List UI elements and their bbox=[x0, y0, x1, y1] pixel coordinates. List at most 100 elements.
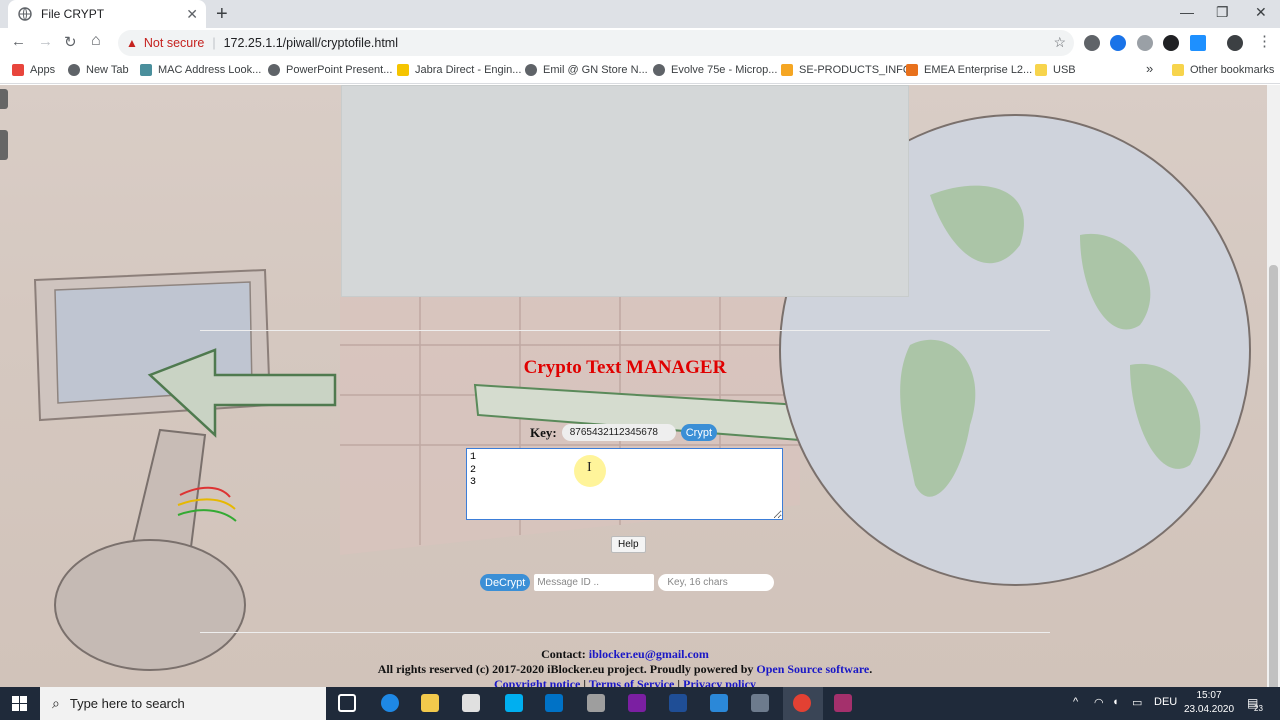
bookmark-item[interactable]: USB bbox=[1035, 64, 1076, 76]
edge-icon[interactable] bbox=[381, 694, 399, 712]
contact-label: Contact: bbox=[541, 647, 586, 661]
reload-button[interactable]: ↻ bbox=[64, 33, 77, 51]
globe-icon bbox=[525, 64, 537, 76]
tos-link[interactable]: Terms of Service bbox=[589, 677, 675, 687]
language-indicator[interactable]: DEU bbox=[1154, 696, 1177, 708]
folder-icon bbox=[1035, 64, 1047, 76]
sync-icon[interactable] bbox=[1163, 35, 1179, 51]
key-input[interactable] bbox=[561, 424, 676, 441]
taskbar-search[interactable]: ⌕ Type here to search bbox=[40, 687, 326, 720]
link-separator: | bbox=[677, 677, 680, 687]
footer-links: Copyright notice | Terms of Service | Pr… bbox=[0, 677, 1250, 687]
wifi-icon[interactable]: ◠ bbox=[1094, 696, 1104, 709]
powershell-ise-icon[interactable] bbox=[710, 694, 728, 712]
bookmarks-bar: Apps New Tab MAC Address Look... PowerPo… bbox=[0, 58, 1280, 84]
folder-icon bbox=[1172, 64, 1184, 76]
bookmark-item[interactable]: MAC Address Look... bbox=[140, 64, 261, 76]
close-window-button[interactable]: ✕ bbox=[1255, 4, 1267, 21]
bookmark-item[interactable]: Apps bbox=[12, 64, 55, 76]
scrollbar-thumb[interactable] bbox=[1269, 265, 1278, 720]
tab-file-crypt[interactable]: File CRYPT ✕ bbox=[8, 0, 206, 28]
not-secure-label[interactable]: Not secure bbox=[144, 36, 204, 50]
period: . bbox=[869, 662, 873, 676]
url-text[interactable]: 172.25.1.1/piwall/cryptofile.html bbox=[224, 36, 398, 50]
globe-icon bbox=[68, 64, 80, 76]
maximize-button[interactable]: ❐ bbox=[1216, 4, 1229, 21]
onenote-icon[interactable] bbox=[628, 694, 646, 712]
home-button[interactable]: ⌂ bbox=[91, 32, 101, 50]
profile-avatar-icon[interactable] bbox=[1227, 35, 1243, 51]
decrypt-key-input[interactable] bbox=[658, 574, 775, 591]
search-placeholder: Type here to search bbox=[69, 696, 185, 711]
new-tab-button[interactable]: + bbox=[216, 3, 228, 26]
outlook-icon[interactable] bbox=[545, 694, 563, 712]
bookmark-item[interactable]: New Tab bbox=[68, 64, 129, 76]
powershell-icon[interactable] bbox=[669, 694, 687, 712]
extension-icon[interactable] bbox=[1137, 35, 1153, 51]
skype-icon[interactable] bbox=[505, 694, 523, 712]
decrypt-row: DeCrypt bbox=[480, 574, 775, 591]
bookmark-item[interactable]: Jabra Direct - Engin... bbox=[397, 64, 521, 76]
minimize-button[interactable]: — bbox=[1180, 4, 1194, 20]
link-separator: | bbox=[583, 677, 586, 687]
address-bar[interactable]: ▲ Not secure | 172.25.1.1/piwall/cryptof… bbox=[118, 30, 1074, 56]
menu-kebab-icon[interactable]: ⋮ bbox=[1257, 32, 1272, 50]
side-marker bbox=[0, 130, 8, 160]
bookmark-item[interactable]: Emil @ GN Store N... bbox=[525, 64, 648, 76]
bookmark-star-icon[interactable]: ☆ bbox=[1053, 34, 1066, 51]
clock-date: 23.04.2020 bbox=[1184, 704, 1235, 715]
bookmark-item[interactable]: Evolve 75e - Microp... bbox=[653, 64, 777, 76]
forward-button[interactable]: → bbox=[38, 33, 53, 50]
page-scrollbar[interactable] bbox=[1267, 85, 1280, 720]
footer-contact: Contact: iblocker.eu@gmail.com bbox=[0, 647, 1250, 662]
bookmark-item[interactable]: EMEA Enterprise L2... bbox=[906, 64, 1032, 76]
help-button[interactable]: Help bbox=[611, 536, 646, 553]
volume-icon[interactable]: ◖ bbox=[1112, 696, 1119, 708]
text-cursor-icon: I bbox=[587, 460, 592, 475]
contact-email-link[interactable]: iblocker.eu@gmail.com bbox=[589, 647, 709, 661]
crypt-button[interactable]: Crypt bbox=[680, 424, 717, 441]
back-button[interactable]: ← bbox=[11, 33, 26, 50]
copyright-link[interactable]: Copyright notice bbox=[494, 677, 580, 687]
store-icon[interactable] bbox=[462, 694, 480, 712]
more-bookmarks-chevron-icon[interactable]: » bbox=[1146, 61, 1153, 76]
divider bbox=[200, 632, 1050, 633]
other-bookmarks[interactable]: Other bookmarks bbox=[1172, 64, 1274, 76]
side-marker bbox=[0, 89, 8, 109]
rights-text: All rights reserved (c) 2017-2020 iBlock… bbox=[377, 662, 754, 676]
open-source-link[interactable]: Open Source software bbox=[756, 662, 869, 676]
message-textarea[interactable]: 1 2 3 bbox=[466, 448, 783, 520]
windows-start-icon[interactable] bbox=[12, 696, 27, 711]
task-view-icon[interactable] bbox=[338, 694, 356, 712]
tab-title: File CRYPT bbox=[41, 7, 105, 21]
tab-strip: File CRYPT ✕ + — ❐ ✕ bbox=[0, 0, 1280, 28]
key-label: Key: bbox=[530, 424, 557, 440]
privacy-link[interactable]: Privacy policy bbox=[683, 677, 756, 687]
chrome-icon[interactable] bbox=[793, 694, 811, 712]
taskbar-clock[interactable]: 15:07 23.04.2020 bbox=[1184, 689, 1234, 717]
bookmark-item[interactable]: SE-PRODUCTS_INFO bbox=[781, 64, 911, 76]
extension-icon[interactable] bbox=[1084, 35, 1100, 51]
battery-icon[interactable]: ▭ bbox=[1132, 696, 1142, 709]
teams-icon[interactable] bbox=[834, 694, 852, 712]
content-frame bbox=[341, 85, 909, 297]
remote-desktop-icon[interactable] bbox=[751, 694, 769, 712]
windows-extension-icon[interactable] bbox=[1190, 35, 1206, 51]
sharepoint-icon bbox=[781, 64, 793, 76]
tray-chevron-icon[interactable]: ^ bbox=[1073, 696, 1078, 708]
decrypt-button[interactable]: DeCrypt bbox=[480, 574, 531, 591]
page-content: Crypto Text MANAGER Key: Crypt 1 2 3 I H… bbox=[0, 85, 1267, 687]
pen-tool-icon[interactable] bbox=[587, 694, 605, 712]
message-id-input[interactable] bbox=[534, 574, 655, 591]
key-row: Key: Crypt bbox=[530, 424, 717, 441]
divider bbox=[200, 330, 1050, 331]
clock-time: 15:07 bbox=[1196, 690, 1222, 701]
extension-icon[interactable] bbox=[1110, 35, 1126, 51]
jabra-icon bbox=[397, 64, 409, 76]
tab-close-icon[interactable]: ✕ bbox=[186, 6, 198, 23]
apps-icon bbox=[12, 64, 24, 76]
browser-toolbar: ← → ↻ ⌂ ▲ Not secure | 172.25.1.1/piwall… bbox=[0, 28, 1280, 58]
bookmark-item[interactable]: PowerPoint Present... bbox=[268, 64, 392, 76]
file-explorer-icon[interactable] bbox=[421, 694, 439, 712]
footer: Contact: iblocker.eu@gmail.com All right… bbox=[0, 647, 1250, 687]
